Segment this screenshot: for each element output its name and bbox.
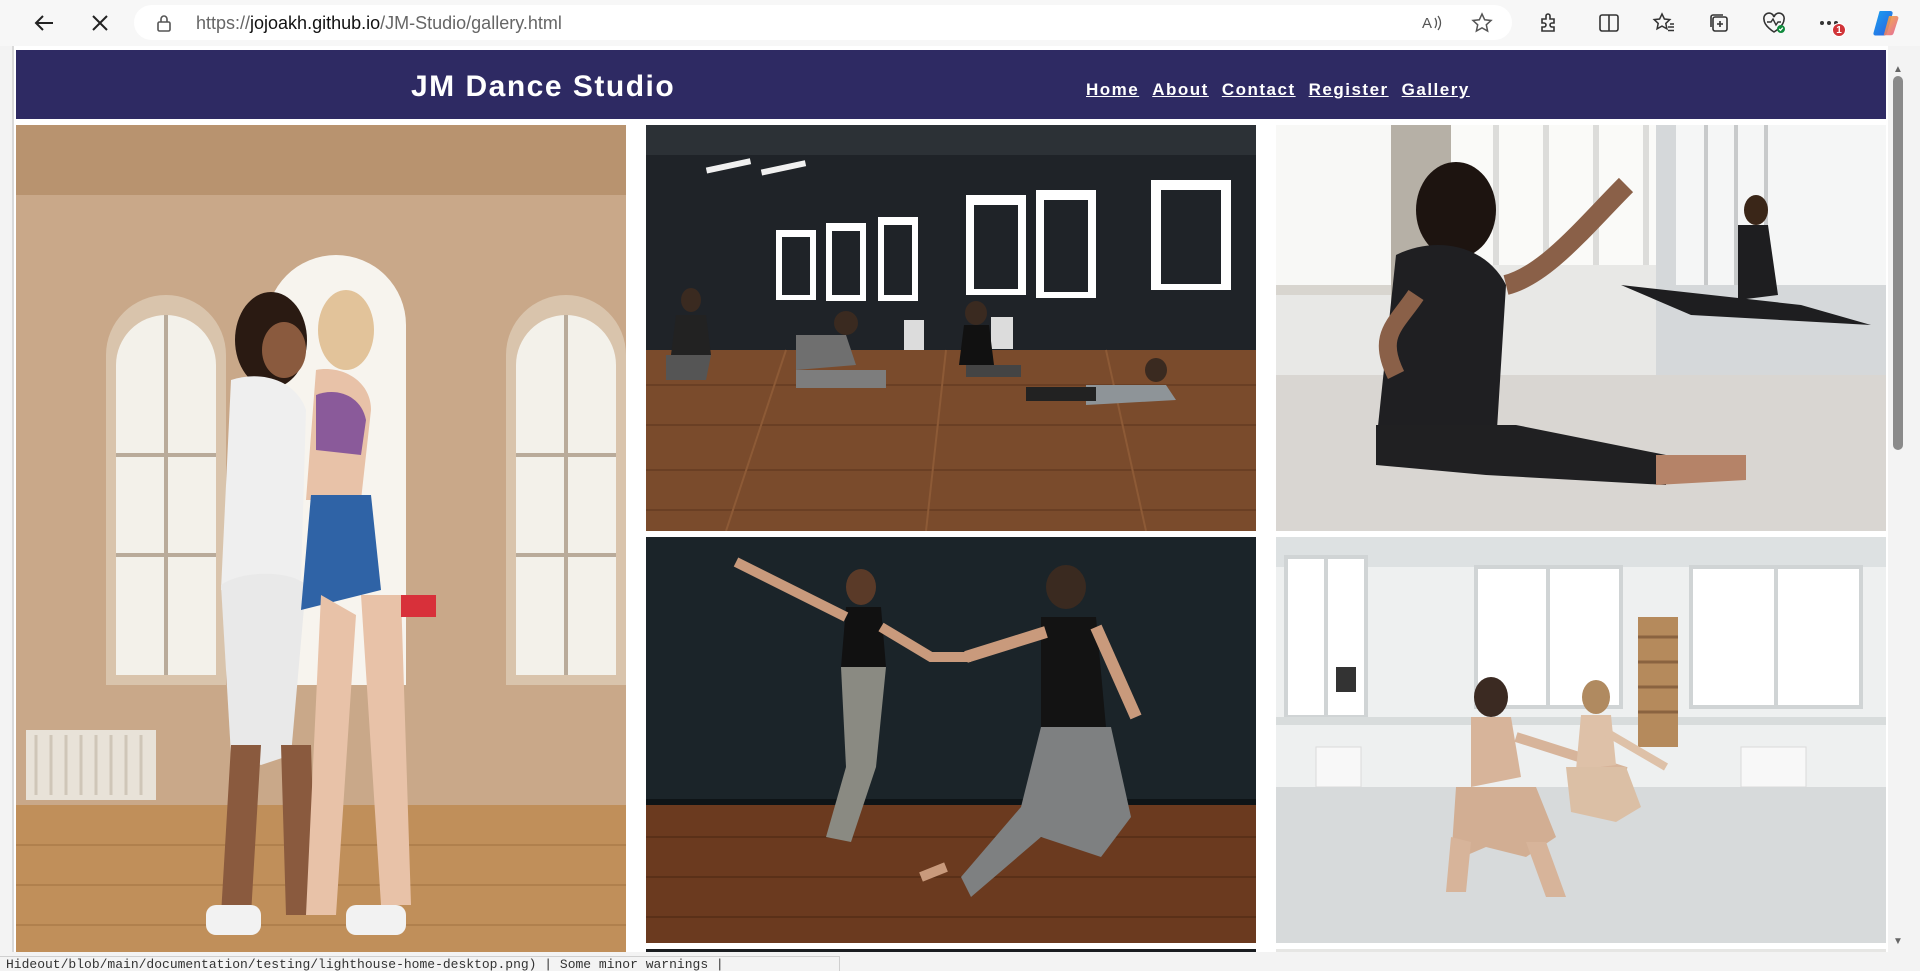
nav-link-home[interactable]: Home [1086,80,1139,100]
read-aloud-icon[interactable]: A [1420,12,1444,34]
gallery-photo-bright-studio-squat[interactable] [1276,537,1886,943]
browser-toolbar: https://jojoakh.github.io/JM-Studio/gall… [0,0,1920,46]
status-bar: Hideout/blob/main/documentation/testing/… [0,956,840,971]
nav-link-gallery[interactable]: Gallery [1402,80,1470,100]
gallery-photo-retro-dancers[interactable] [16,125,626,952]
url-text[interactable]: https://jojoakh.github.io/JM-Studio/gall… [196,13,562,34]
gallery-photo-next-row-right[interactable] [1276,949,1886,952]
page-viewport: JM Dance Studio Home About Contact Regis… [12,46,1888,952]
nav-link-about[interactable]: About [1152,80,1209,100]
url-path: /JM-Studio/gallery.html [380,13,562,33]
favorite-star-icon[interactable] [1470,12,1494,34]
main-nav: Home About Contact Register Gallery [1086,80,1470,100]
lock-icon[interactable] [156,14,172,32]
split-screen-icon[interactable] [1596,10,1622,36]
settings-more-icon[interactable]: 1 [1816,10,1846,37]
back-button[interactable] [28,8,60,38]
gallery-grid [16,125,1886,952]
gallery-photo-group-floor-exercise[interactable] [646,125,1256,531]
extensions-icon[interactable] [1536,10,1562,36]
address-bar[interactable]: https://jojoakh.github.io/JM-Studio/gall… [134,5,1512,40]
scroll-down-arrow-icon[interactable]: ▼ [1891,936,1905,948]
page-scrollbar[interactable]: ▲ ▼ [1888,64,1908,952]
nav-link-contact[interactable]: Contact [1222,80,1296,100]
scrollbar-thumb[interactable] [1893,76,1903,450]
gallery-photo-next-row-middle[interactable] [646,949,1256,952]
site-title[interactable]: JM Dance Studio [411,70,675,104]
notification-badge: 1 [1832,23,1846,37]
site-header: JM Dance Studio Home About Contact Regis… [16,50,1886,121]
url-prefix: https:// [196,13,251,33]
svg-text:A: A [1422,15,1432,32]
close-icon [92,15,108,31]
gallery-photo-male-splits[interactable] [1276,125,1886,531]
scroll-up-arrow-icon[interactable]: ▲ [1891,64,1905,76]
browser-essentials-icon[interactable] [1761,10,1787,36]
nav-link-register[interactable]: Register [1309,80,1389,100]
gallery-photo-couple-dance[interactable] [646,537,1256,943]
stop-loading-button[interactable] [84,8,116,38]
url-host: jojoakh.github.io [250,13,381,33]
favorites-icon[interactable] [1651,10,1677,36]
copilot-icon[interactable] [1870,7,1902,39]
back-arrow-icon [34,15,53,31]
collections-icon[interactable] [1706,10,1732,36]
